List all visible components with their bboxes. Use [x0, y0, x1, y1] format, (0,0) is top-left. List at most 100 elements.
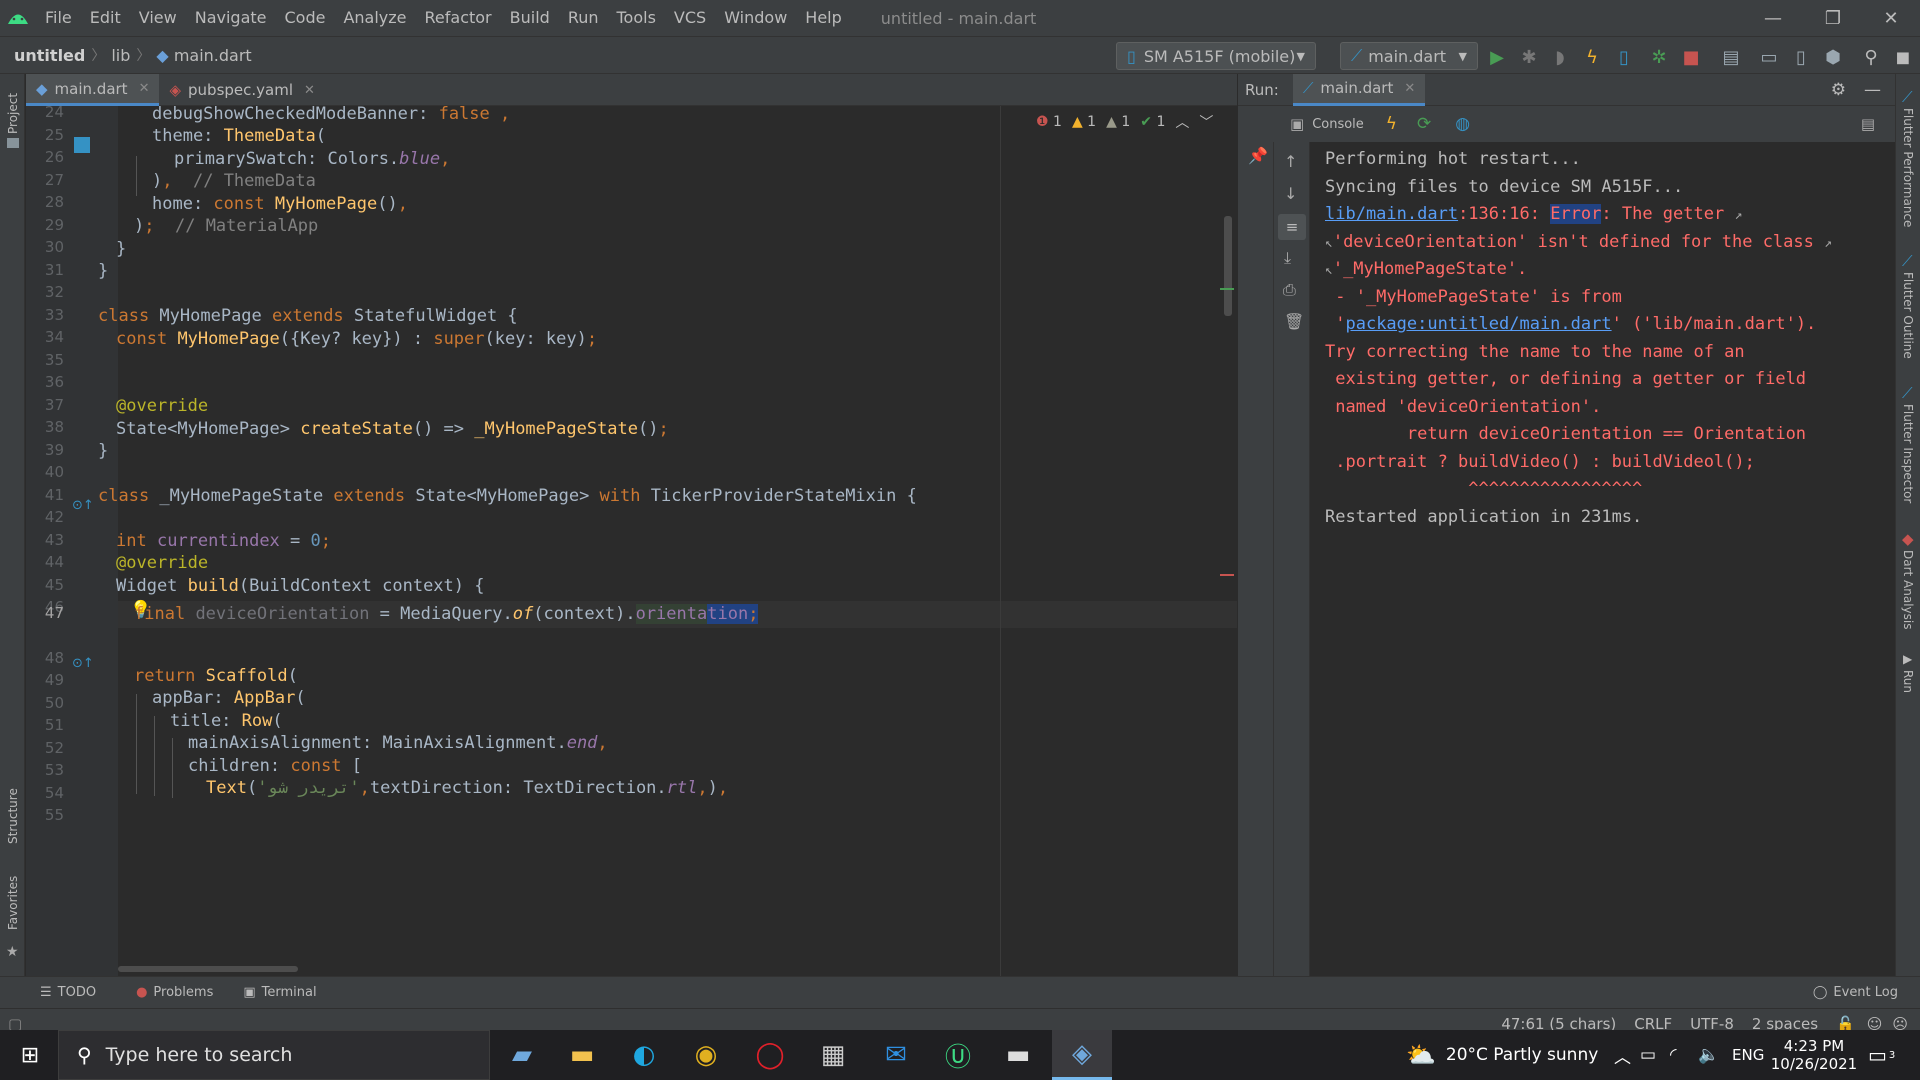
devtools-icon[interactable]: ◍ — [1455, 114, 1470, 134]
chevron-down-icon[interactable]: ﹀ — [1199, 112, 1213, 132]
menu-refactor[interactable]: Refactor — [416, 0, 501, 36]
flutter-outline-button[interactable]: Flutter Outline — [1901, 272, 1915, 359]
menu-code[interactable]: Code — [276, 0, 335, 36]
close-icon[interactable]: ✕ — [139, 81, 150, 96]
terminal-icon[interactable]: ▬ — [988, 1030, 1048, 1080]
color-swatch-icon[interactable] — [74, 137, 90, 153]
terminal-tool-button[interactable]: ▣ Terminal — [243, 985, 316, 1000]
hot-restart-icon[interactable]: ⟳ — [1417, 114, 1431, 134]
desktop-app-icon[interactable]: ▰ — [492, 1030, 552, 1080]
minimize-button[interactable]: — — [1744, 0, 1802, 36]
device-selector[interactable]: ▯ SM A515F (mobile) ▼ — [1116, 42, 1316, 70]
error-file-link[interactable]: lib/main.dart — [1325, 204, 1458, 224]
typo-count[interactable]: ✔ 1 — [1140, 114, 1165, 130]
menu-help[interactable]: Help — [796, 0, 850, 36]
console-tab[interactable]: Console — [1312, 117, 1364, 132]
run-console-output[interactable]: Performing hot restart... Syncing files … — [1311, 142, 1895, 976]
weather-widget[interactable]: ⛅ 20°C Partly sunny — [1406, 1030, 1598, 1080]
horizontal-scrollbar[interactable] — [118, 966, 298, 972]
error-stripe-mark[interactable] — [1220, 574, 1234, 576]
pin-icon[interactable]: 📌 — [1248, 146, 1268, 165]
mail-icon[interactable]: ✉ — [866, 1030, 926, 1080]
menu-build[interactable]: Build — [501, 0, 559, 36]
breadcrumb-project[interactable]: untitled — [0, 46, 91, 65]
menu-view[interactable]: View — [130, 0, 186, 36]
clock[interactable]: 4:23 PM 10/26/2021 — [1770, 1030, 1858, 1080]
taskbar-search[interactable]: ⚲ Type here to search — [58, 1030, 490, 1080]
print-icon[interactable]: ⎙ — [1283, 280, 1296, 300]
layout-icon[interactable]: ▤ — [1861, 115, 1875, 133]
search-icon[interactable]: ⚲ — [1860, 46, 1882, 68]
volume-icon[interactable]: 🔈 — [1698, 1030, 1719, 1080]
flutter-performance-button[interactable]: Flutter Performance — [1901, 108, 1915, 227]
sdk-manager-icon[interactable]: ⬢ — [1822, 46, 1844, 68]
package-link[interactable]: package:untitled/main.dart — [1345, 314, 1611, 334]
warning-count[interactable]: ▲ 1 — [1072, 114, 1096, 130]
favorites-tool-button[interactable]: Favorites — [6, 876, 20, 930]
tab-main-dart[interactable]: ◆ main.dart ✕ — [26, 74, 160, 106]
menu-edit[interactable]: Edit — [81, 0, 130, 36]
restore-button[interactable]: ❐ — [1804, 0, 1862, 36]
upwork-icon[interactable]: Ⓤ — [928, 1030, 988, 1080]
menu-vcs[interactable]: VCS — [665, 0, 715, 36]
tab-pubspec-yaml[interactable]: ◈ pubspec.yaml ✕ — [159, 74, 324, 106]
weak-warning-count[interactable]: ▲ 1 — [1106, 114, 1130, 130]
hot-reload-icon[interactable]: ϟ — [1386, 114, 1397, 134]
battery-icon[interactable]: ▭ — [1640, 1030, 1656, 1080]
file-explorer-icon[interactable]: ▬ — [552, 1030, 612, 1080]
close-icon[interactable]: ✕ — [1404, 81, 1415, 96]
menu-tools[interactable]: Tools — [608, 0, 665, 36]
menu-run[interactable]: Run — [559, 0, 608, 36]
menu-navigate[interactable]: Navigate — [186, 0, 276, 36]
trash-icon[interactable]: 🗑 — [1284, 312, 1304, 331]
editor-scrollbar[interactable] — [1224, 216, 1232, 316]
gear-icon[interactable]: ⚙ — [1831, 80, 1846, 100]
event-log-button[interactable]: ◯ Event Log — [1813, 985, 1898, 1000]
breadcrumb-lib[interactable]: lib — [105, 46, 136, 65]
error-count[interactable]: ❶ 1 — [1036, 114, 1062, 130]
attach-debugger-icon[interactable]: ✲ — [1648, 46, 1670, 68]
soft-wrap-icon[interactable]: ≡ — [1278, 214, 1306, 240]
arrow-down-icon[interactable]: ↓ — [1284, 184, 1297, 203]
arrow-up-icon[interactable]: ↑ — [1284, 152, 1297, 171]
inspection-widget[interactable]: ❶ 1 ▲ 1 ▲ 1 ✔ 1 ︿ ﹀ — [1036, 112, 1213, 132]
code-editor[interactable]: 24 25 26 27 28 29 30 31 32 33 34 35 36 37 38 39 40 41 42 43… — [26, 106, 1237, 976]
hide-panel-icon[interactable]: — — [1864, 80, 1881, 100]
opera-icon[interactable]: ◯ — [740, 1030, 800, 1080]
structure-tool-button[interactable]: Structure — [6, 788, 20, 844]
run-tool-button[interactable]: Run — [1901, 670, 1915, 693]
run-icon[interactable]: ▶ — [1486, 46, 1508, 68]
avd-manager-icon[interactable]: ▭ — [1758, 46, 1780, 68]
chevron-up-icon[interactable]: ︿ — [1175, 112, 1189, 132]
stop-icon[interactable]: ■ — [1680, 46, 1702, 68]
scroll-to-end-icon[interactable]: ⤓ — [1284, 248, 1291, 268]
dart-analysis-button[interactable]: Dart Analysis — [1901, 550, 1915, 630]
wifi-icon[interactable]: ◜ — [1670, 1030, 1677, 1080]
notification-icon[interactable]: ▭ 3 — [1868, 1030, 1895, 1080]
android-studio-taskbar-icon[interactable]: ◈ — [1052, 1030, 1112, 1080]
close-icon[interactable]: ✕ — [304, 83, 315, 98]
profile-icon[interactable]: ◗ — [1549, 46, 1571, 68]
problems-tool-button[interactable]: ● Problems — [136, 985, 213, 1000]
store-icon[interactable]: ▦ — [803, 1030, 863, 1080]
windows-start-icon[interactable]: ⊞ — [0, 1030, 60, 1080]
todo-tool-button[interactable]: ☰ TODO — [40, 985, 96, 1000]
chevron-up-icon[interactable]: ︿ — [1614, 1030, 1631, 1080]
chrome-icon[interactable]: ◉ — [676, 1030, 736, 1080]
run-config-selector[interactable]: ⟋ main.dart ▼ — [1340, 42, 1478, 70]
override-marker-icon[interactable]: ⊙↑ — [72, 656, 94, 671]
flutter-inspector-button[interactable]: Flutter Inspector — [1901, 404, 1915, 503]
edge-browser-icon[interactable]: ◐ — [614, 1030, 674, 1080]
menu-analyze[interactable]: Analyze — [334, 0, 415, 36]
override-marker-icon[interactable]: ⊙↑ — [72, 498, 94, 513]
run-tab-main-dart[interactable]: ⟋ main.dart ✕ — [1292, 73, 1426, 106]
project-tool-button[interactable]: Project — [6, 93, 20, 134]
device-mirror-icon[interactable]: ▯ — [1790, 46, 1812, 68]
menu-window[interactable]: Window — [715, 0, 796, 36]
breadcrumb-file[interactable]: ◆ main.dart — [150, 46, 257, 65]
change-stripe-mark[interactable] — [1220, 288, 1234, 290]
menu-file[interactable]: File — [36, 0, 81, 36]
debug-icon[interactable]: ✱ — [1518, 46, 1540, 68]
avatar[interactable]: ◼ — [1892, 46, 1914, 68]
close-window-button[interactable]: ✕ — [1862, 0, 1920, 36]
